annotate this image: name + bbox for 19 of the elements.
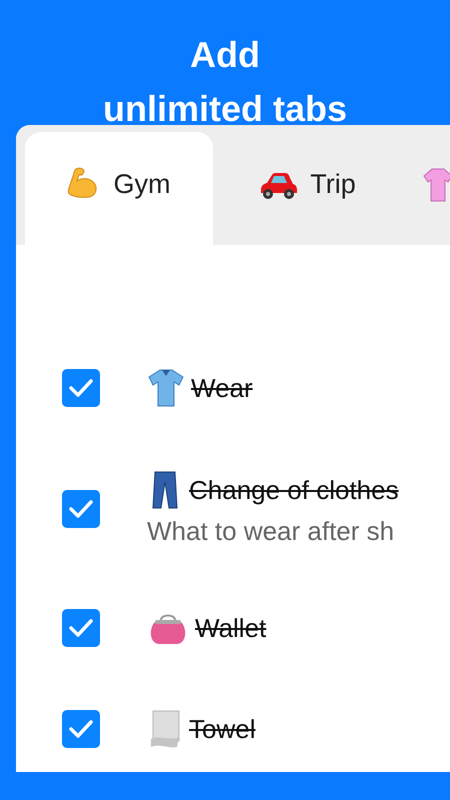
tab[interactable]: Gym <box>25 132 213 245</box>
item-title: Change of clothes <box>189 474 399 506</box>
checkmark-icon <box>68 498 94 520</box>
shirt-icon <box>147 368 185 408</box>
item-title: Towel <box>189 714 256 744</box>
checkbox[interactable] <box>62 609 100 647</box>
item-title: Wear <box>191 372 253 404</box>
tab[interactable]: Trip <box>213 132 401 245</box>
checkbox[interactable] <box>62 710 100 748</box>
checkmark-icon <box>68 377 94 399</box>
headline: unlimited tabs <box>102 87 348 131</box>
checkmark-icon <box>68 617 94 639</box>
headline: Add <box>190 33 260 77</box>
item-note: What to wear after sh <box>147 516 396 547</box>
checkmark-icon <box>68 718 94 740</box>
item-title: Wallet <box>195 612 266 644</box>
shirt-icon <box>423 166 450 202</box>
checkbox[interactable] <box>62 490 100 528</box>
checkbox[interactable] <box>62 369 100 407</box>
